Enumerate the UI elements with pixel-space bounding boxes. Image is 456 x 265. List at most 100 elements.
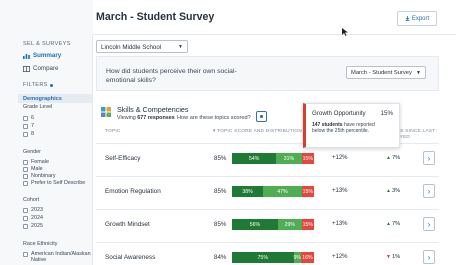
change-value: +13% bbox=[332, 221, 348, 227]
distribution-segment: 56% bbox=[232, 219, 278, 230]
trend-up-icon: ▲ bbox=[386, 155, 391, 161]
grade-checkbox-8[interactable]: 8 bbox=[23, 131, 34, 137]
topic-name: Self-Efficacy bbox=[105, 155, 141, 162]
race-checkbox-american-indian[interactable]: American Indian/Alaskan Native bbox=[23, 251, 91, 263]
growth-opportunity-tooltip: Growth Opportunity 15% 147 students have… bbox=[303, 103, 400, 148]
table-row: Growth Mindset 85% 56% 29% 15% +13% ▲ 7% › bbox=[96, 209, 439, 237]
race-label: Race Ethnicity bbox=[23, 241, 58, 247]
checkbox-box bbox=[23, 180, 28, 186]
trend-up-icon: ▲ bbox=[386, 221, 391, 227]
trend-up-icon: ▲ bbox=[386, 188, 391, 194]
sidebar-section-label: SEL & SURVEYS bbox=[23, 41, 71, 47]
gender-option-label: Prefer to Self Describe bbox=[31, 180, 86, 186]
checkbox-box bbox=[23, 215, 28, 221]
checkbox-box bbox=[23, 115, 28, 121]
gender-option-label: Male bbox=[31, 166, 43, 172]
tooltip-description: 147 students have reported below the 25t… bbox=[312, 122, 384, 134]
topic-name: Emotion Regulation bbox=[105, 188, 161, 195]
distribution-bar: 75% 9% 16% bbox=[232, 252, 314, 263]
cohort-option-label: 2025 bbox=[31, 223, 43, 229]
nav-summary[interactable]: Summary bbox=[23, 52, 61, 59]
distribution-segment: 29% bbox=[277, 219, 302, 230]
topic-score: 85% bbox=[214, 155, 227, 162]
demographics-tab[interactable]: Demographics bbox=[18, 94, 93, 103]
checkbox-box bbox=[23, 123, 28, 129]
question-text: How did students perceive their own soci… bbox=[106, 68, 237, 84]
topic-score: 84% bbox=[214, 254, 227, 261]
distribution-bar: 56% 29% 15% bbox=[232, 219, 314, 230]
compare-icon bbox=[23, 65, 30, 72]
trend-down-icon: ▼ bbox=[386, 254, 391, 260]
cohort-checkbox-2025[interactable]: 2025 bbox=[23, 223, 43, 229]
cohort-checkbox-2024[interactable]: 2024 bbox=[23, 215, 43, 221]
gender-checkbox-self-describe[interactable]: Prefer to Self Describe bbox=[23, 180, 85, 186]
grade-option-label: 7 bbox=[31, 123, 34, 129]
chevron-down-icon: ▼ bbox=[178, 44, 183, 50]
viewing-prefix: Viewing bbox=[117, 115, 136, 121]
gender-checkbox-male[interactable]: Male bbox=[23, 166, 43, 172]
survey-select[interactable]: March - Student Survey ▼ bbox=[346, 66, 426, 79]
col-topic: TOPIC bbox=[105, 129, 121, 134]
trend-indicator: ▲ 3% bbox=[386, 188, 400, 194]
distribution-segment: 15% bbox=[301, 186, 314, 197]
tooltip-title: Growth Opportunity bbox=[312, 110, 366, 117]
nav-compare-label: Compare bbox=[33, 65, 59, 72]
col-score-label: TOPIC SCORE AND DISTRIBUTION bbox=[217, 129, 302, 134]
nav-compare[interactable]: Compare bbox=[23, 65, 58, 72]
viewing-count: Viewing 677 responses bbox=[117, 115, 175, 121]
row-detail-button[interactable]: › bbox=[423, 217, 435, 231]
topic-score: 85% bbox=[214, 221, 227, 228]
distribution-segment: 15% bbox=[301, 219, 314, 230]
distribution-segment: 54% bbox=[232, 153, 277, 164]
gender-label: Gender bbox=[23, 149, 41, 155]
cohort-option-label: 2023 bbox=[31, 207, 43, 213]
grade-checkbox-6[interactable]: 6 bbox=[23, 115, 34, 121]
checkbox-box bbox=[23, 131, 28, 137]
distribution-segment: 9% bbox=[293, 252, 301, 263]
export-button[interactable]: Export bbox=[397, 11, 437, 26]
cohort-label: Cohort bbox=[23, 197, 40, 203]
how-scored-link[interactable]: How are these topics scored? bbox=[177, 115, 251, 121]
chevron-right-icon: › bbox=[427, 252, 431, 262]
trend-indicator: ▲ 7% bbox=[386, 155, 400, 161]
trend-value: 7% bbox=[391, 221, 401, 227]
trend-value: 1% bbox=[391, 254, 401, 260]
distribution-segment: 15% bbox=[301, 153, 314, 164]
checkbox-box bbox=[23, 207, 28, 213]
info-icon[interactable] bbox=[256, 111, 267, 122]
row-detail-button[interactable]: › bbox=[423, 250, 435, 264]
page-header: March - Student Survey Export bbox=[93, 0, 456, 35]
sidebar-header bbox=[0, 0, 93, 35]
gender-option-label: Nonbinary bbox=[31, 173, 56, 179]
grade-checkbox-7[interactable]: 7 bbox=[23, 123, 34, 129]
row-detail-button[interactable]: › bbox=[423, 151, 435, 165]
survey-select-value: March - Student Survey bbox=[351, 70, 412, 76]
school-select[interactable]: Lincoln Middle School ▼ bbox=[96, 40, 188, 53]
row-detail-button[interactable]: › bbox=[423, 184, 435, 198]
grade-level-label: Grade Level bbox=[23, 104, 53, 110]
topic-name: Growth Mindset bbox=[105, 221, 150, 228]
checkbox-box bbox=[23, 223, 28, 229]
demographics-label: Demographics bbox=[23, 95, 62, 102]
distribution-segment: 31% bbox=[276, 153, 302, 164]
page-title: March - Student Survey bbox=[96, 11, 215, 23]
mouse-cursor-icon bbox=[342, 28, 348, 36]
change-value: +12% bbox=[332, 254, 348, 260]
viewing-responses: 677 responses bbox=[137, 115, 175, 121]
distribution-segment: 47% bbox=[263, 186, 302, 197]
distribution-segment: 38% bbox=[232, 186, 264, 197]
gender-checkbox-nonbinary[interactable]: Nonbinary bbox=[23, 173, 56, 179]
grade-option-label: 6 bbox=[31, 115, 34, 121]
race-option-label: American Indian/Alaskan Native bbox=[31, 251, 91, 263]
app: SEL & SURVEYS Summary Compare FILTERS De… bbox=[0, 0, 456, 265]
skills-title: Skills & Competencies bbox=[117, 105, 189, 114]
col-score[interactable]: ▾ TOPIC SCORE AND DISTRIBUTION bbox=[213, 129, 302, 134]
gender-checkbox-female[interactable]: Female bbox=[23, 159, 49, 165]
cohort-checkbox-2023[interactable]: 2023 bbox=[23, 207, 43, 213]
checkbox-box bbox=[23, 159, 28, 165]
chevron-right-icon: › bbox=[427, 219, 431, 229]
filter-dot-icon bbox=[49, 83, 53, 87]
question-card: How did students perceive their own soci… bbox=[96, 56, 439, 91]
school-select-value: Lincoln Middle School bbox=[101, 44, 162, 51]
trend-value: 7% bbox=[391, 155, 401, 161]
